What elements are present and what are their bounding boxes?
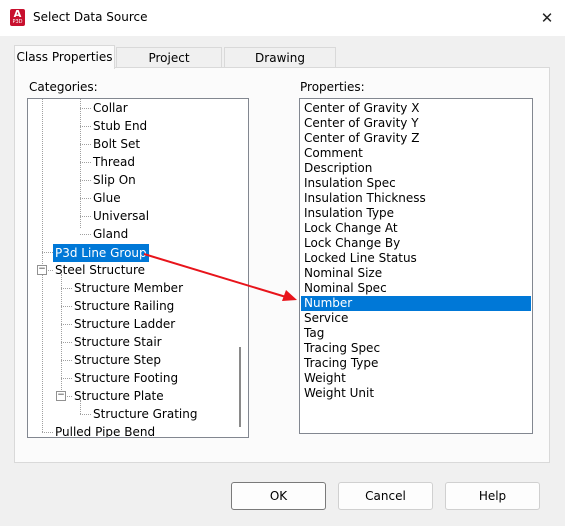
tree-item-pulled-pipe-bend[interactable]: Pulled Pipe Bend: [55, 423, 155, 437]
tree-connector: [80, 144, 91, 145]
collapse-steel-structure-icon[interactable]: −: [37, 265, 47, 275]
property-item[interactable]: Service: [301, 311, 531, 326]
tree-connector: [80, 198, 91, 199]
property-item[interactable]: Lock Change By: [301, 236, 531, 251]
tree-connector: [65, 396, 72, 397]
tree-item-structure-footing[interactable]: Structure Footing: [74, 369, 178, 387]
tree-item-steel-structure[interactable]: Steel Structure: [55, 261, 145, 279]
property-item[interactable]: Lock Change At: [301, 221, 531, 236]
tree-connector: [61, 306, 72, 307]
tree-item-gland[interactable]: Gland: [93, 225, 128, 243]
tab-class-properties[interactable]: Class Properties: [14, 45, 115, 69]
property-item[interactable]: Tag: [301, 326, 531, 341]
tree-item-thread[interactable]: Thread: [93, 153, 135, 171]
tree-item-glue[interactable]: Glue: [93, 189, 121, 207]
property-item[interactable]: Nominal Size: [301, 266, 531, 281]
tree-connector: [80, 108, 91, 109]
scrollbar-thumb[interactable]: [239, 347, 241, 427]
tree-connector: [80, 99, 81, 228]
tree-connector: [42, 432, 53, 433]
tree-connector: [80, 162, 91, 163]
property-item[interactable]: Center of Gravity Z: [301, 131, 531, 146]
collapse-structure-plate-icon[interactable]: −: [56, 391, 66, 401]
tree-item-structure-step[interactable]: Structure Step: [74, 351, 161, 369]
tree-item-structure-plate[interactable]: Structure Plate: [74, 387, 164, 405]
app-icon-subtext: P3D: [12, 19, 23, 25]
tree-connector: [61, 288, 72, 289]
tree-connector: [80, 234, 91, 235]
tree-item-structure-stair[interactable]: Structure Stair: [74, 333, 162, 351]
property-item[interactable]: Locked Line Status: [301, 251, 531, 266]
tab-project-properties[interactable]: Project Properties: [116, 47, 222, 85]
categories-scrollbar[interactable]: [231, 99, 248, 437]
property-item-selected[interactable]: Number: [301, 296, 531, 311]
property-item[interactable]: Weight Unit: [301, 386, 531, 401]
tree-connector: [80, 126, 91, 127]
tree-item-collar[interactable]: Collar: [93, 99, 128, 117]
tree-connector: [61, 378, 72, 379]
close-icon[interactable]: ✕: [529, 0, 565, 36]
property-item[interactable]: Tracing Spec: [301, 341, 531, 356]
title-bar: A P3D Select Data Source ✕: [0, 0, 565, 36]
categories-label: Categories:: [29, 80, 98, 94]
tree-item-structure-member[interactable]: Structure Member: [74, 279, 183, 297]
properties-list[interactable]: Center of Gravity X Center of Gravity Y …: [299, 98, 533, 434]
tree-item-bolt-set[interactable]: Bolt Set: [93, 135, 140, 153]
tree-connector: [80, 216, 91, 217]
property-item[interactable]: Description: [301, 161, 531, 176]
tree-connector: [61, 274, 62, 400]
property-item[interactable]: Comment: [301, 146, 531, 161]
tree-item-structure-grating[interactable]: Structure Grating: [93, 405, 197, 423]
window-title: Select Data Source: [33, 10, 148, 24]
tree-item-structure-ladder[interactable]: Structure Ladder: [74, 315, 175, 333]
property-item[interactable]: Nominal Spec: [301, 281, 531, 296]
tree-item-p3d-line-group[interactable]: P3d Line Group: [53, 244, 149, 262]
tab-drawing-properties[interactable]: Drawing Properties: [224, 47, 336, 85]
tree-connector: [61, 324, 72, 325]
tree-connector: [61, 360, 72, 361]
tree-item-structure-railing[interactable]: Structure Railing: [74, 297, 174, 315]
tree-connector: [80, 414, 91, 415]
property-item[interactable]: Tracing Type: [301, 356, 531, 371]
tree-item-stub-end[interactable]: Stub End: [93, 117, 147, 135]
property-item[interactable]: Insulation Thickness: [301, 191, 531, 206]
properties-label: Properties:: [300, 80, 365, 94]
tree-connector: [80, 180, 91, 181]
tree-item-slip-on[interactable]: Slip On: [93, 171, 136, 189]
tree-connector: [46, 270, 53, 271]
tree-connector: [61, 342, 72, 343]
categories-tree[interactable]: − − Collar Stub End Bolt Set Thread Slip…: [27, 98, 249, 438]
autocad-plant3d-app-icon: A P3D: [10, 9, 25, 26]
property-item[interactable]: Center of Gravity Y: [301, 116, 531, 131]
property-item[interactable]: Insulation Type: [301, 206, 531, 221]
property-item[interactable]: Insulation Spec: [301, 176, 531, 191]
tree-item-universal[interactable]: Universal: [93, 207, 149, 225]
property-item[interactable]: Weight: [301, 371, 531, 386]
property-item[interactable]: Center of Gravity X: [301, 101, 531, 116]
cancel-button[interactable]: Cancel: [338, 482, 433, 510]
tree-connector: [42, 252, 53, 253]
help-button[interactable]: Help: [445, 482, 540, 510]
ok-button[interactable]: OK: [231, 482, 326, 510]
